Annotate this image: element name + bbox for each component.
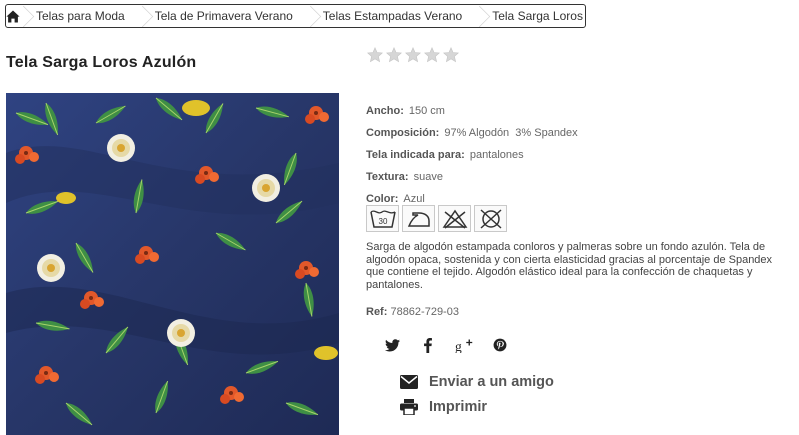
ref-label: Ref: bbox=[366, 306, 388, 318]
facebook-icon bbox=[424, 337, 432, 353]
spec-value: Azul bbox=[403, 193, 425, 205]
google-plus-icon: g bbox=[455, 338, 473, 353]
share-twitter-button[interactable] bbox=[374, 334, 410, 356]
no-tumble-dry-icon bbox=[474, 205, 507, 232]
spec-label: Ancho: bbox=[366, 105, 404, 117]
share-googleplus-button[interactable]: g bbox=[446, 334, 482, 356]
star-icon[interactable] bbox=[386, 47, 402, 63]
wash-30-icon: 30 bbox=[366, 205, 399, 232]
breadcrumb-item-estampadas-verano[interactable]: Telas Estampadas Verano bbox=[307, 5, 476, 27]
ref-value: 78862-729-03 bbox=[390, 306, 459, 318]
spec-width: Ancho: 150 cm bbox=[366, 100, 578, 122]
care-instructions: 30 bbox=[366, 205, 507, 232]
spec-value: 97% Algodón 3% Spandex bbox=[444, 127, 578, 139]
send-to-friend-label: Enviar a un amigo bbox=[429, 374, 554, 390]
rating-stars[interactable] bbox=[367, 47, 459, 63]
social-share: g bbox=[374, 334, 518, 356]
iron-icon bbox=[402, 205, 435, 232]
product-description: Sarga de algodón estampada conloros y pa… bbox=[366, 241, 773, 291]
print-label: Imprimir bbox=[429, 399, 488, 415]
printer-icon bbox=[400, 399, 418, 415]
star-icon[interactable] bbox=[424, 47, 440, 63]
breadcrumb: Telas para Moda Tela de Primavera Verano… bbox=[5, 4, 586, 28]
spec-label: Tela indicada para: bbox=[366, 149, 465, 161]
product-title: Tela Sarga Loros Azulón bbox=[6, 54, 197, 71]
spec-value: 150 cm bbox=[408, 105, 445, 117]
product-specs: Ancho: 150 cm Composición: 97% Algodón 3… bbox=[366, 100, 578, 210]
spec-label: Textura: bbox=[366, 171, 409, 183]
share-pinterest-button[interactable] bbox=[482, 334, 518, 356]
share-facebook-button[interactable] bbox=[410, 334, 446, 356]
spec-value: pantalones bbox=[469, 149, 524, 161]
no-bleach-icon bbox=[438, 205, 471, 232]
spec-use: Tela indicada para: pantalones bbox=[366, 144, 578, 166]
fabric-pattern-image bbox=[6, 93, 339, 435]
product-image[interactable] bbox=[6, 93, 339, 435]
star-icon[interactable] bbox=[367, 47, 383, 63]
send-to-friend-link[interactable]: Enviar a un amigo bbox=[400, 374, 554, 390]
print-link[interactable]: Imprimir bbox=[400, 399, 487, 415]
envelope-icon bbox=[400, 375, 418, 389]
breadcrumb-item-current: Tela Sarga Loros Azulón bbox=[476, 5, 585, 27]
svg-text:30: 30 bbox=[378, 217, 387, 226]
spec-value: suave bbox=[413, 171, 443, 183]
twitter-icon bbox=[384, 338, 400, 351]
breadcrumb-item-telas-moda[interactable]: Telas para Moda bbox=[20, 5, 139, 27]
spec-label: Composición: bbox=[366, 127, 440, 139]
svg-text:g: g bbox=[455, 338, 462, 352]
product-reference: Ref: 78862-729-03 bbox=[366, 306, 459, 318]
star-icon[interactable] bbox=[405, 47, 421, 63]
spec-texture: Textura: suave bbox=[366, 166, 578, 188]
spec-label: Color: bbox=[366, 193, 399, 205]
pinterest-icon bbox=[493, 338, 507, 352]
star-icon[interactable] bbox=[443, 47, 459, 63]
breadcrumb-item-primavera-verano[interactable]: Tela de Primavera Verano bbox=[139, 5, 307, 27]
spec-composition: Composición: 97% Algodón 3% Spandex bbox=[366, 122, 578, 144]
